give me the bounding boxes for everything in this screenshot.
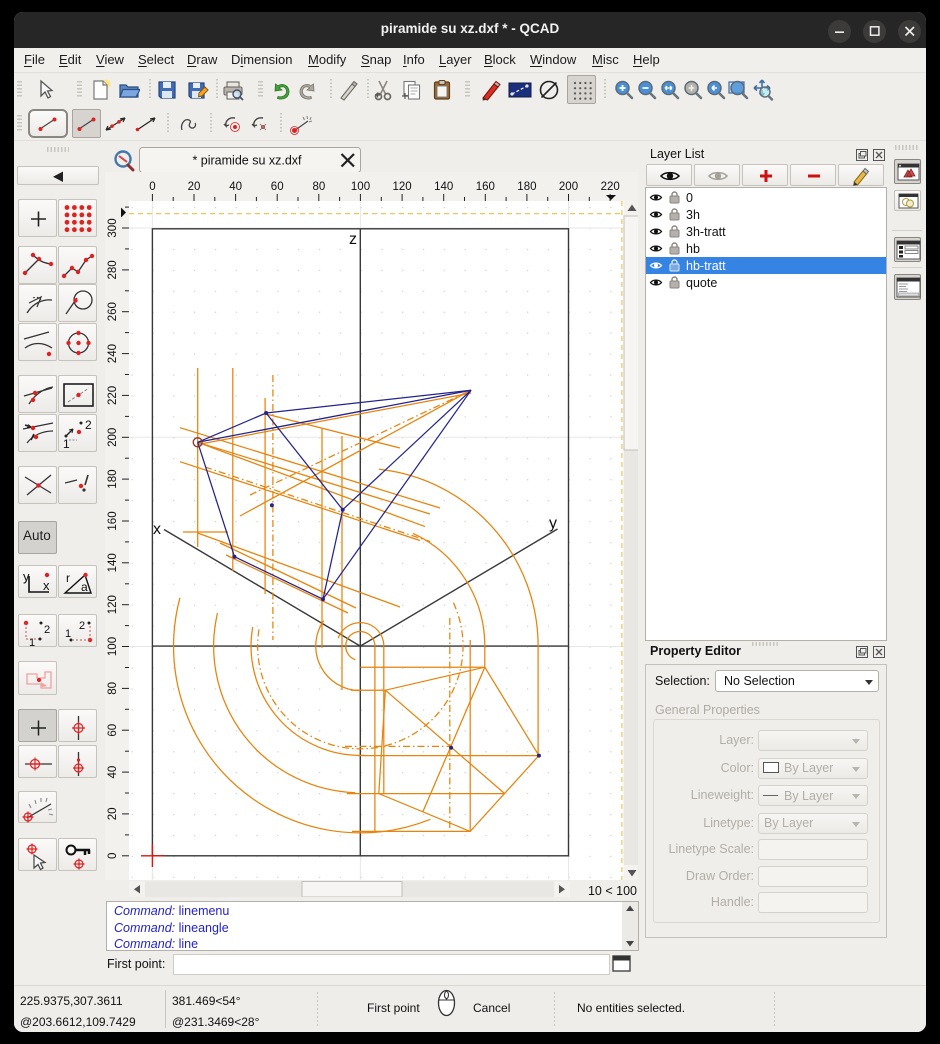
svg-text:200: 200 <box>559 181 578 193</box>
svg-text:40: 40 <box>229 181 242 193</box>
svg-text:280: 280 <box>107 260 119 279</box>
svg-text:1: 1 <box>63 437 70 451</box>
svg-text:40: 40 <box>107 766 119 779</box>
svg-text:a: a <box>81 580 88 594</box>
svg-text:20: 20 <box>188 181 201 193</box>
svg-text:200: 200 <box>107 428 119 447</box>
svg-text:220: 220 <box>601 181 620 193</box>
svg-text:100: 100 <box>107 637 119 656</box>
svg-text:z: z <box>349 231 357 248</box>
svg-text:20: 20 <box>107 808 119 821</box>
svg-text:100: 100 <box>351 181 370 193</box>
svg-text:120: 120 <box>393 181 412 193</box>
svg-text:y: y <box>23 569 30 584</box>
svg-text:y: y <box>549 515 557 532</box>
svg-text:0: 0 <box>149 181 155 193</box>
svg-text:180: 180 <box>107 470 119 489</box>
svg-text:160: 160 <box>107 511 119 530</box>
svg-text:140: 140 <box>107 553 119 572</box>
svg-text:r: r <box>66 571 70 585</box>
svg-text:2: 2 <box>79 620 85 632</box>
svg-text:80: 80 <box>107 682 119 695</box>
svg-text:160: 160 <box>476 181 495 193</box>
svg-text:60: 60 <box>271 181 284 193</box>
svg-text:x: x <box>43 578 50 593</box>
svg-text:1: 1 <box>29 637 35 648</box>
svg-text:300: 300 <box>107 218 119 237</box>
svg-text:220: 220 <box>107 386 119 405</box>
svg-text:120: 120 <box>107 595 119 614</box>
svg-text:2: 2 <box>85 418 92 432</box>
svg-text:10 < 100: 10 < 100 <box>588 884 637 898</box>
svg-text:1: 1 <box>65 628 71 640</box>
svg-text:180: 180 <box>517 181 536 193</box>
svg-text:140: 140 <box>434 181 453 193</box>
svg-text:* piramide su xz.dxf: * piramide su xz.dxf <box>192 154 302 168</box>
svg-text:0: 0 <box>107 853 119 859</box>
svg-text:240: 240 <box>107 344 119 363</box>
svg-text:80: 80 <box>313 181 326 193</box>
svg-text:2: 2 <box>44 624 50 636</box>
svg-text:x: x <box>153 521 161 538</box>
svg-text:60: 60 <box>107 724 119 737</box>
svg-text:260: 260 <box>107 302 119 321</box>
